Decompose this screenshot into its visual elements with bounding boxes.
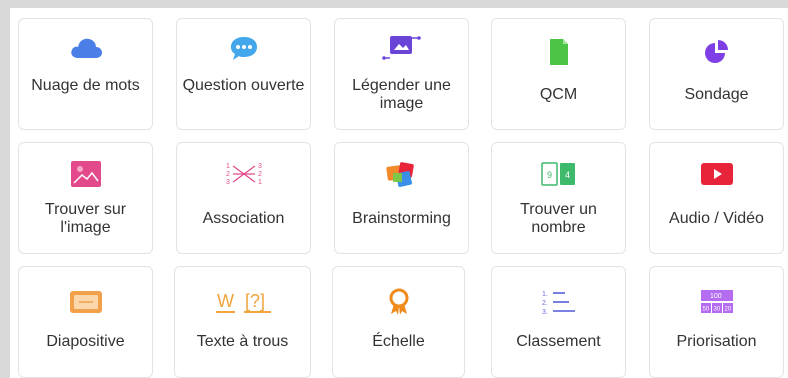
activity-label: Question ouverte [182, 77, 305, 94]
activity-label: Association [202, 210, 285, 227]
matching-icon: 1 2 3 3 2 1 [222, 159, 266, 189]
activity-label: Sondage [684, 86, 749, 103]
fill-blank-letter: W [217, 291, 234, 311]
matching-number: 3 [226, 179, 230, 186]
activity-card-open-question[interactable]: Question ouverte [176, 18, 311, 130]
activity-label: Trouver un nombre [520, 201, 597, 236]
activity-card-scale[interactable]: Échelle [332, 266, 465, 378]
activity-label: QCM [539, 86, 578, 103]
activity-card-find-on-image[interactable]: Trouver sur l'image [18, 142, 153, 254]
activity-card-find-number[interactable]: 9 4 Trouver un nombre [491, 142, 626, 254]
cloud-icon [66, 33, 106, 63]
list-number: 1. [542, 291, 548, 298]
activity-label: Classement [516, 333, 601, 350]
activity-card-slide[interactable]: Diapositive [18, 266, 153, 378]
list-number: 3. [542, 309, 548, 316]
activity-card-brainstorming[interactable]: Brainstorming [334, 142, 469, 254]
number-cards-icon: 9 4 [539, 159, 579, 189]
activity-card-fill-blanks[interactable]: W [?] Texte à trous [174, 266, 311, 378]
priority-points-icon: 100 50 30 20 [695, 287, 739, 317]
matching-number: 2 [258, 171, 262, 178]
award-ribbon-icon [371, 287, 427, 317]
activity-card-ranking[interactable]: 1. 2. 3. Classement [491, 266, 626, 378]
fill-blank-icon: W [?] [211, 287, 275, 317]
pie-chart-icon [697, 37, 737, 67]
matching-number: 2 [226, 171, 230, 178]
number-card-text: 9 [547, 170, 552, 180]
activity-card-prioritization[interactable]: 100 50 30 20 Priorisation [649, 266, 784, 378]
image-icon [66, 159, 106, 189]
activity-label: Texte à trous [196, 333, 289, 350]
matching-number: 1 [226, 163, 230, 170]
matching-number: 3 [258, 163, 262, 170]
priority-cell-value: 50 [702, 307, 709, 313]
ordered-list-icon: 1. 2. 3. [531, 287, 587, 317]
activity-label: Brainstorming [352, 210, 451, 227]
priority-cell-value: 20 [724, 307, 731, 313]
fill-blank-bracket: [?] [245, 291, 265, 311]
matching-number: 1 [258, 179, 262, 186]
activity-card-qcm[interactable]: QCM [491, 18, 626, 130]
activity-label: Légender une image [352, 77, 451, 112]
activity-card-word-cloud[interactable]: Nuage de mots [18, 18, 153, 130]
activity-label: Nuage de mots [31, 77, 140, 94]
activity-card-caption-image[interactable]: Légender une image [334, 18, 469, 130]
activity-label: Diapositive [46, 333, 125, 350]
document-icon [539, 37, 579, 67]
priority-cell-value: 30 [713, 307, 720, 313]
activity-label: Audio / Vidéo [669, 210, 764, 227]
image-caption-icon [381, 33, 422, 63]
list-number: 2. [542, 300, 548, 307]
activity-label: Trouver sur l'image [44, 201, 127, 236]
speech-bubble-icon [224, 33, 264, 63]
activity-label: Priorisation [676, 333, 757, 350]
priority-top-value: 100 [710, 293, 722, 300]
activity-grid: Nuage de mots Question ouverte Légender … [10, 8, 788, 378]
activity-card-association[interactable]: 1 2 3 3 2 1 Association [176, 142, 311, 254]
activity-card-poll[interactable]: Sondage [649, 18, 784, 130]
activity-label: Échelle [372, 333, 425, 350]
sticky-notes-icon [382, 159, 422, 189]
activity-card-audio-video[interactable]: Audio / Vidéo [649, 142, 784, 254]
number-card-text: 4 [565, 170, 570, 180]
play-icon [697, 159, 737, 189]
slide-icon [58, 287, 114, 317]
